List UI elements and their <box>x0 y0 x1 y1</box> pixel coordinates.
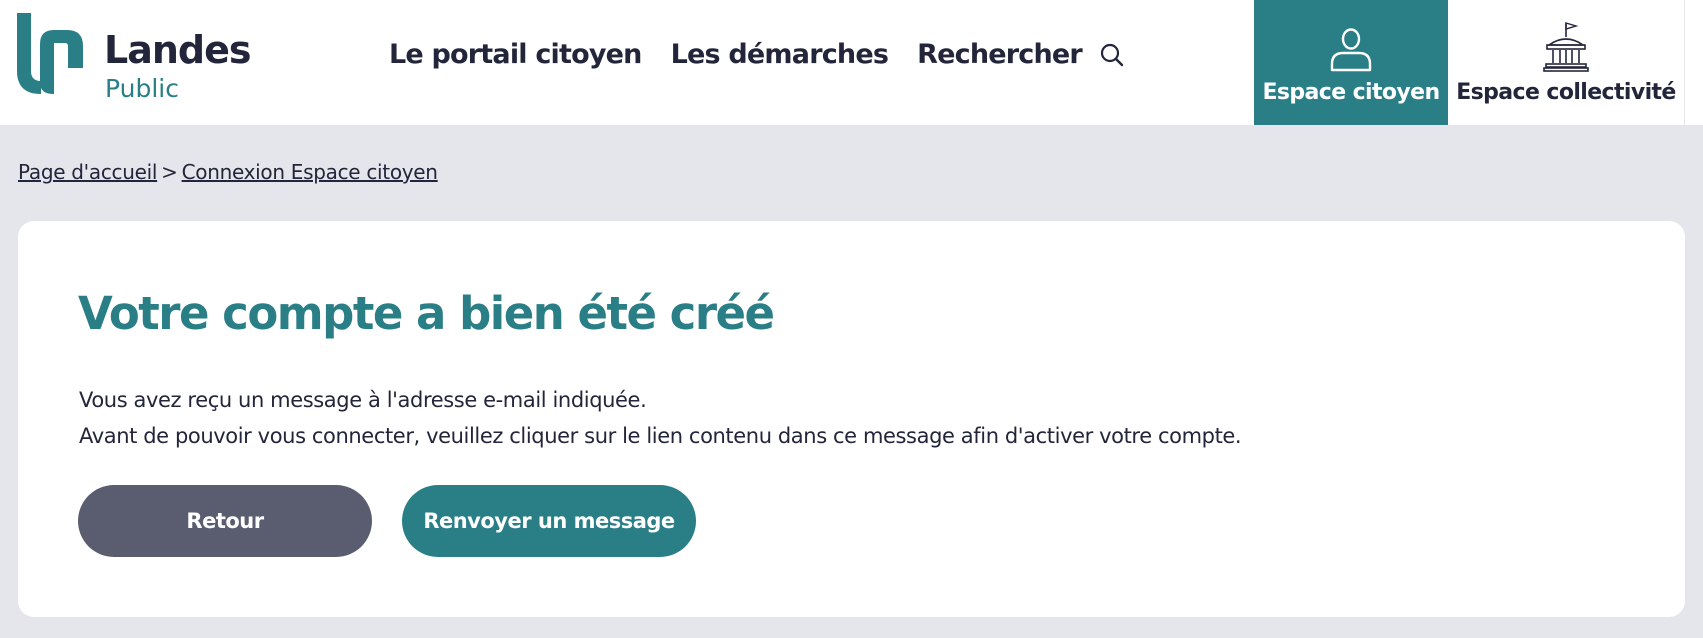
confirmation-card: Votre compte a bien été créé Vous avez r… <box>18 221 1685 617</box>
breadcrumb-current-link[interactable]: Connexion Espace citoyen <box>182 160 438 184</box>
espace-citoyen-button[interactable]: Espace citoyen <box>1254 0 1448 125</box>
breadcrumb-separator: > <box>161 160 178 184</box>
site-logo[interactable]: Landes Public <box>17 13 252 105</box>
back-button[interactable]: Retour <box>78 485 372 557</box>
logo-subtitle: Public <box>105 74 179 103</box>
espace-citoyen-label: Espace citoyen <box>1262 79 1440 105</box>
nav-link-portail-citoyen[interactable]: Le portail citoyen <box>389 40 642 70</box>
site-header: Landes Public Le portail citoyen Les dém… <box>0 0 1703 125</box>
logo-name: Landes <box>104 28 252 72</box>
user-icon <box>1330 28 1372 72</box>
town-hall-icon <box>1543 21 1589 72</box>
logo-mark-icon <box>17 13 83 94</box>
info-message-line-2: Avant de pouvoir vous connecter, veuille… <box>79 424 1242 448</box>
page-title: Votre compte a bien été créé <box>78 287 775 340</box>
breadcrumb-home-link[interactable]: Page d'accueil <box>18 160 157 184</box>
info-message-line-1: Vous avez reçu un message à l'adresse e-… <box>79 388 647 412</box>
resend-message-button[interactable]: Renvoyer un message <box>402 485 696 557</box>
search-icon <box>1100 43 1124 67</box>
main-nav: Le portail citoyen Les démarches Recherc… <box>389 40 1125 70</box>
breadcrumb: Page d'accueil > Connexion Espace citoyen <box>18 160 438 184</box>
nav-link-demarches[interactable]: Les démarches <box>671 40 889 70</box>
espace-collectivite-button[interactable]: Espace collectivité <box>1448 0 1685 125</box>
nav-link-rechercher[interactable]: Rechercher <box>917 40 1083 70</box>
espace-collectivite-label: Espace collectivité <box>1456 79 1676 105</box>
search-button[interactable] <box>1099 42 1125 68</box>
